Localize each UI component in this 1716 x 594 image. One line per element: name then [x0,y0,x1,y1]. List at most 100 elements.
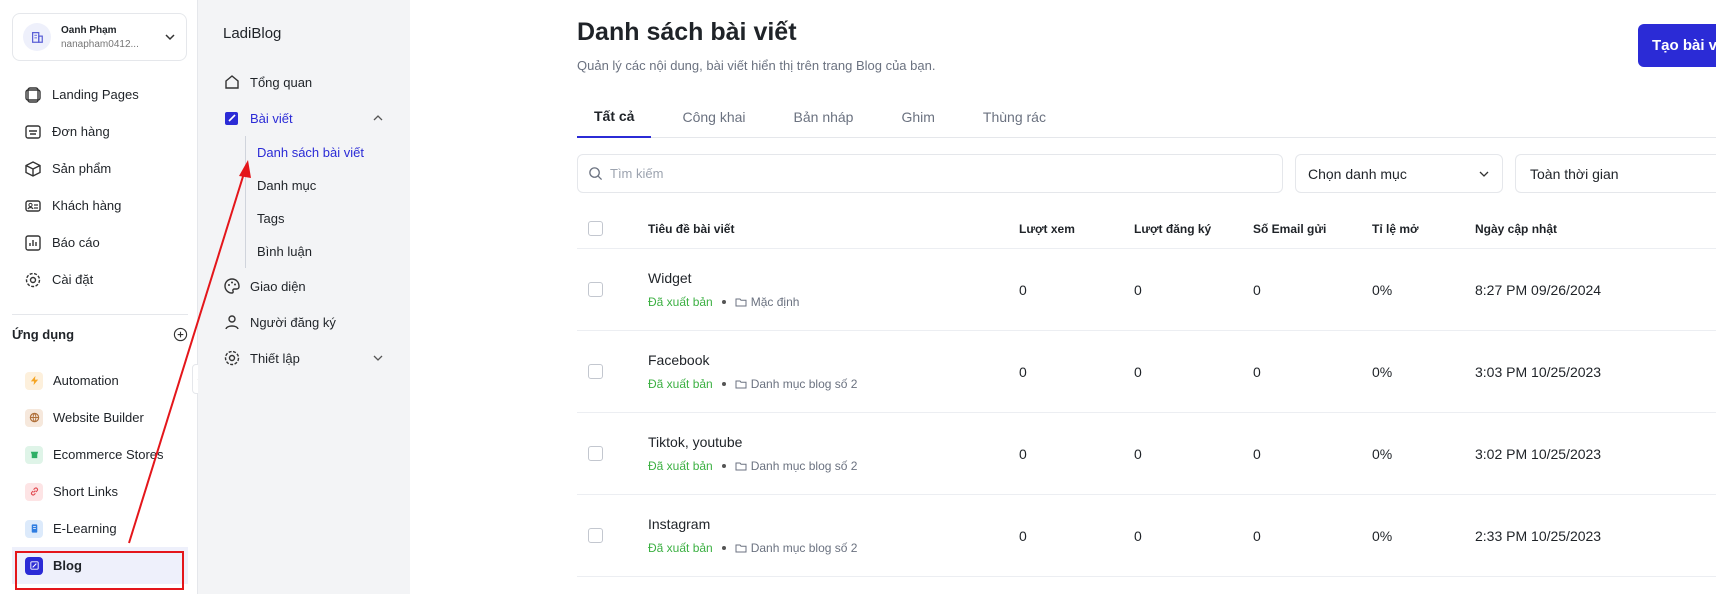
post-emails: 0 [1253,363,1261,380]
posts-table: Tiêu đề bài viết Lượt xem Lượt đăng ký S… [577,209,1716,577]
tab-trash[interactable]: Thùng rác [966,96,1063,138]
globe-icon [25,408,43,427]
app-item-e-learning[interactable]: E-Learning [12,510,188,547]
table-row[interactable]: Facebook Đã xuất bản Danh mục blog số 2 … [577,331,1716,413]
post-title[interactable]: Tiktok, youtube [648,434,1019,450]
app-window: Oanh Phạm nanapham0412... Landing Pages … [0,0,1716,594]
subnav-comments[interactable]: Bình luận [246,235,393,268]
home-icon [225,75,239,89]
category-select[interactable]: Chọn danh mục [1295,154,1503,193]
row-checkbox[interactable] [588,282,603,297]
subnav-label: Tổng quan [250,74,313,90]
col-header-updated[interactable]: Ngày cập nhật [1475,222,1716,236]
post-status: Đã xuất bản [648,459,713,473]
nav-item-landing-pages[interactable]: Landing Pages [12,76,188,113]
search-input[interactable] [610,166,1210,181]
subnav-categories[interactable]: Danh mục [246,169,393,202]
post-signups: 0 [1134,363,1142,380]
post-updated: 3:02 PM 10/25/2023 [1475,445,1602,462]
nav-item-customers[interactable]: Khách hàng [12,187,188,224]
nav-label: Báo cáo [52,235,100,250]
col-header-signups[interactable]: Lượt đăng ký [1134,222,1253,236]
col-header-open-rate[interactable]: Tỉ lệ mở [1372,222,1475,236]
post-updated: 3:03 PM 10/25/2023 [1475,363,1602,380]
app-item-short-links[interactable]: Short Links [12,473,188,510]
subnav-item-subscribers[interactable]: Người đăng ký [223,304,393,340]
orders-icon [25,124,41,139]
post-views: 0 [1019,527,1027,544]
subnav-title: LadiBlog [223,25,282,42]
sidebar-divider [12,314,188,315]
post-title[interactable]: Widget [648,270,1019,286]
post-updated: 8:27 PM 09/26/2024 [1475,281,1602,298]
tab-draft[interactable]: Bản nháp [777,96,871,138]
nav-label: Cài đặt [52,272,94,287]
apps-header: Ứng dụng [12,327,188,342]
post-emails: 0 [1253,445,1261,462]
subnav-item-settings[interactable]: Thiết lập [223,340,393,376]
tab-pinned[interactable]: Ghim [884,96,951,138]
account-name: Oanh Phạm [61,24,117,36]
category-select-value: Chọn danh mục [1308,165,1407,182]
post-title[interactable]: Instagram [648,516,1019,532]
post-title[interactable]: Facebook [648,352,1019,368]
book-icon [25,519,43,538]
user-icon [225,315,239,330]
table-header: Tiêu đề bài viết Lượt xem Lượt đăng ký S… [577,209,1716,249]
time-range-value: Toàn thời gian [1530,165,1619,182]
time-range-select[interactable]: Toàn thời gian [1515,154,1716,193]
separator-dot [721,382,726,386]
post-category: Danh mục blog số 2 [750,377,858,391]
row-checkbox[interactable] [588,528,603,543]
subnav-post-list[interactable]: Danh sách bài viết [246,136,393,169]
lightning-icon [25,371,43,390]
post-views: 0 [1019,281,1027,298]
chevron-down-icon [1479,171,1489,177]
nav-label: Đơn hàng [52,124,110,139]
table-row[interactable]: Instagram Đã xuất bản Danh mục blog số 2… [577,495,1716,577]
post-open-rate: 0% [1372,445,1393,462]
subnav-item-appearance[interactable]: Giao diện [223,268,393,304]
col-header-views[interactable]: Lượt xem [1019,222,1134,236]
nav-label: Sản phẩm [52,161,112,176]
tab-all[interactable]: Tất cả [577,96,652,138]
nav-item-reports[interactable]: Báo cáo [12,224,188,261]
post-category: Danh mục blog số 2 [750,541,858,555]
row-checkbox[interactable] [588,446,603,461]
nav-item-orders[interactable]: Đơn hàng [12,113,188,150]
subnav-label: Người đăng ký [250,314,336,330]
post-emails: 0 [1253,527,1261,544]
subnav-item-posts[interactable]: Bài viết [223,100,393,136]
post-tabs: Tất cả Công khai Bản nháp Ghim Thùng rác [577,96,1716,138]
page-subtitle: Quản lý các nội dung, bài viết hiển thị … [577,58,936,73]
app-label: Website Builder [53,410,144,425]
post-views: 0 [1019,445,1027,462]
row-checkbox[interactable] [588,364,603,379]
subnav-label: Thiết lập [250,350,300,366]
post-category: Mặc định [750,295,800,309]
table-row[interactable]: Widget Đã xuất bản Mặc định 0 0 0 0% 8:2… [577,249,1716,331]
app-item-ecommerce-stores[interactable]: Ecommerce Stores [12,436,188,473]
subnav-item-overview[interactable]: Tổng quan [223,64,393,100]
create-post-button[interactable]: Tạo bài v [1638,24,1716,67]
col-header-emails[interactable]: Số Email gửi [1253,222,1372,236]
table-row[interactable]: Tiktok, youtube Đã xuất bản Danh mục blo… [577,413,1716,495]
select-all-checkbox[interactable] [588,221,603,236]
col-header-title[interactable]: Tiêu đề bài viết [648,222,1019,236]
app-item-website-builder[interactable]: Website Builder [12,399,188,436]
nav-label: Landing Pages [52,87,139,102]
tab-public[interactable]: Công khai [665,96,762,138]
post-views: 0 [1019,363,1027,380]
subnav-tags[interactable]: Tags [246,202,393,235]
nav-item-products[interactable]: Sản phẩm [12,150,188,187]
post-updated: 2:33 PM 10/25/2023 [1475,527,1602,544]
account-switcher[interactable]: Oanh Phạm nanapham0412... [12,13,187,61]
post-open-rate: 0% [1372,281,1393,298]
post-signups: 0 [1134,281,1142,298]
nav-item-settings[interactable]: Cài đặt [12,261,188,298]
primary-sidebar: Oanh Phạm nanapham0412... Landing Pages … [0,0,198,594]
folder-icon [735,380,747,389]
add-circle-icon[interactable] [173,327,188,342]
app-item-automation[interactable]: Automation [12,362,188,399]
chevron-down-icon [373,355,383,361]
